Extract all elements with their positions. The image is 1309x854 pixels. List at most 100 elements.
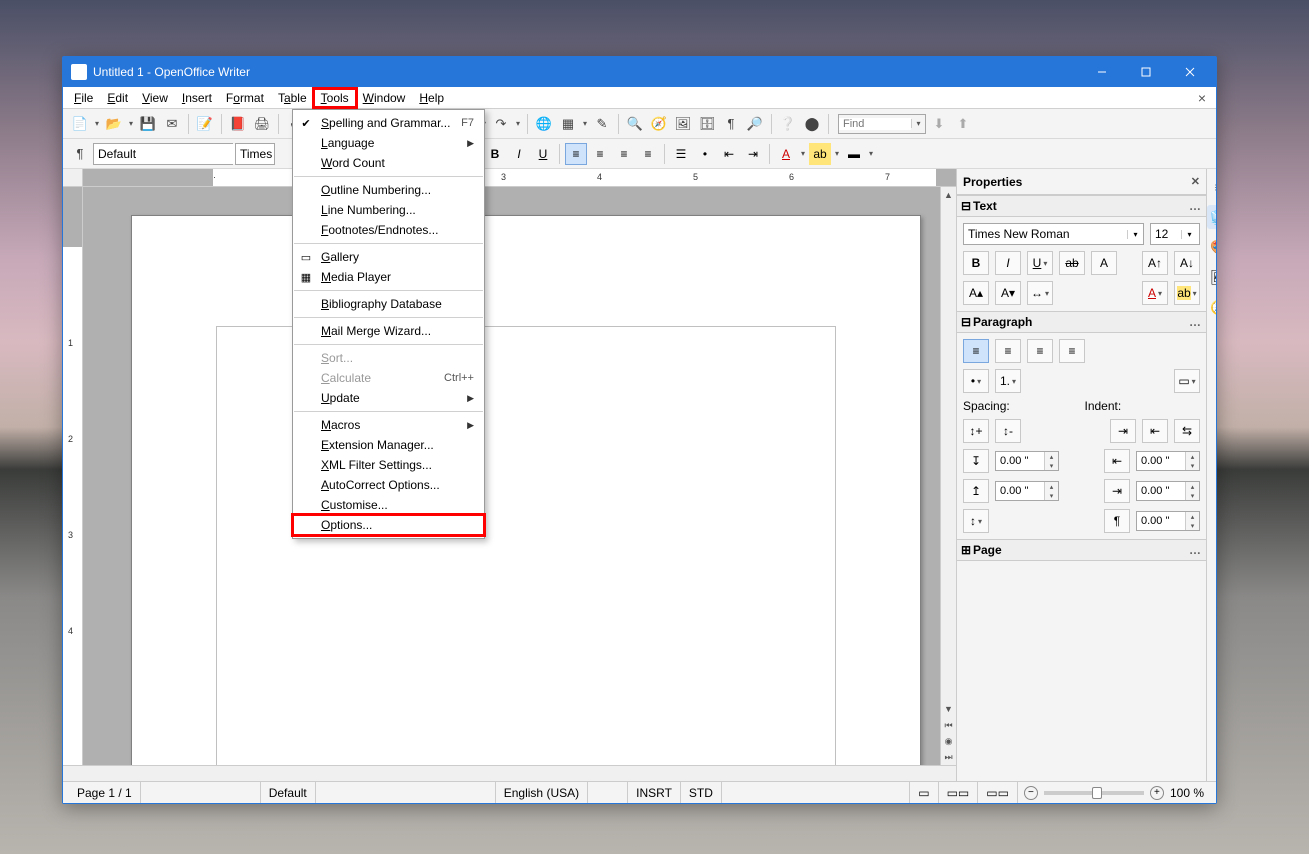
sidebar-highlight-button[interactable]: ab bbox=[1174, 281, 1200, 305]
find-box[interactable]: ▾ bbox=[838, 114, 926, 134]
properties-tab-icon[interactable]: 🧊 bbox=[1207, 205, 1216, 229]
tools-menu-xml-filter-settings[interactable]: XML Filter Settings... bbox=[293, 455, 484, 475]
datasources-icon[interactable]: 🗄 bbox=[696, 113, 718, 135]
hanging-indent-button[interactable]: ⇆ bbox=[1174, 419, 1200, 443]
firstline-indent-spin[interactable]: ▴▾ bbox=[1136, 511, 1200, 531]
section-text-header[interactable]: ⊟ Text … bbox=[957, 195, 1206, 217]
vertical-ruler[interactable]: 1234 bbox=[63, 187, 83, 765]
style-combo[interactable]: ▾ bbox=[93, 143, 233, 165]
gallery-icon[interactable]: 🖼 bbox=[672, 113, 694, 135]
navigator-tab-icon[interactable]: 🧭 bbox=[1207, 295, 1216, 319]
tools-menu-word-count[interactable]: Word Count bbox=[293, 153, 484, 173]
whatsthis-icon[interactable]: ⬤ bbox=[801, 113, 823, 135]
menu-format[interactable]: Format bbox=[219, 89, 271, 107]
scroll-down-icon[interactable]: ▼ bbox=[942, 702, 956, 716]
hyperlink-icon[interactable]: 🌐 bbox=[533, 113, 555, 135]
menu-file[interactable]: File bbox=[67, 89, 100, 107]
table-dropdown[interactable]: ▾ bbox=[581, 119, 589, 128]
below-spacing-input[interactable] bbox=[996, 482, 1044, 500]
inc-indent-button[interactable]: ⇥ bbox=[1110, 419, 1136, 443]
tools-menu-bibliography-database[interactable]: Bibliography Database bbox=[293, 294, 484, 314]
zoom-control[interactable]: − + 100 % bbox=[1018, 786, 1210, 800]
para-bgcolor[interactable]: ▭ bbox=[1174, 369, 1200, 393]
para-numbering[interactable]: 1. bbox=[995, 369, 1021, 393]
align-justify-button[interactable]: ≡ bbox=[637, 143, 659, 165]
sidebar-spacing-button[interactable]: ↔ bbox=[1027, 281, 1053, 305]
tools-menu-autocorrect-options[interactable]: AutoCorrect Options... bbox=[293, 475, 484, 495]
sidebar-settings-icon[interactable]: ≡ bbox=[1207, 175, 1216, 199]
sidebar-sub-button[interactable]: A↓ bbox=[1174, 251, 1200, 275]
sidebar-font-dropdown[interactable]: ▾ bbox=[1127, 230, 1143, 239]
sidebar-grow-button[interactable]: A▴ bbox=[963, 281, 989, 305]
nonprinting-icon[interactable]: ¶ bbox=[720, 113, 742, 135]
navigator-icon[interactable]: 🧭 bbox=[648, 113, 670, 135]
zoom-out-icon[interactable]: − bbox=[1024, 786, 1038, 800]
numbered-list-button[interactable]: ☰ bbox=[670, 143, 692, 165]
save-icon[interactable]: 💾 bbox=[137, 113, 159, 135]
zoom-value[interactable]: 100 % bbox=[1170, 786, 1204, 800]
find-prev-icon[interactable]: ⬇ bbox=[928, 113, 950, 135]
sidebar-shrink-button[interactable]: A▾ bbox=[995, 281, 1021, 305]
new-icon[interactable]: 📄 bbox=[69, 113, 91, 135]
collapse-icon[interactable]: ⊟ bbox=[961, 315, 973, 329]
find-input[interactable] bbox=[839, 118, 911, 130]
open-dropdown[interactable]: ▾ bbox=[127, 119, 135, 128]
dec-spacing-button[interactable]: ↕- bbox=[995, 419, 1021, 443]
tools-menu-customise[interactable]: Customise... bbox=[293, 495, 484, 515]
close-button[interactable] bbox=[1168, 57, 1212, 87]
align-center-button[interactable]: ≡ bbox=[589, 143, 611, 165]
bgcolor-dropdown[interactable]: ▾ bbox=[867, 149, 875, 158]
gallery-tab-icon[interactable]: 🖼 bbox=[1207, 265, 1216, 289]
section-more-icon[interactable]: … bbox=[1189, 543, 1202, 557]
line-spacing-button[interactable]: ↕ bbox=[963, 509, 989, 533]
print-icon[interactable]: 🖨 bbox=[251, 113, 273, 135]
redo-icon[interactable]: ↷ bbox=[490, 113, 512, 135]
sidebar-super-button[interactable]: A↑ bbox=[1142, 251, 1168, 275]
email-icon[interactable]: ✉ bbox=[161, 113, 183, 135]
sidebar-italic-button[interactable]: I bbox=[995, 251, 1021, 275]
redo-dropdown[interactable]: ▾ bbox=[514, 119, 522, 128]
expand-icon[interactable]: ⊞ bbox=[961, 543, 973, 557]
vertical-scrollbar[interactable]: ▲ ▼ ⏮ ◉ ⏭ bbox=[940, 187, 956, 765]
tools-menu-extension-manager[interactable]: Extension Manager... bbox=[293, 435, 484, 455]
dec-indent-button[interactable]: ⇤ bbox=[1142, 419, 1168, 443]
menu-tools[interactable]: Tools bbox=[314, 89, 356, 107]
right-indent-input[interactable] bbox=[1137, 482, 1185, 500]
section-page-header[interactable]: ⊞ Page … bbox=[957, 539, 1206, 561]
nav-icon[interactable]: ◉ bbox=[942, 734, 956, 748]
highlight-dropdown[interactable]: ▾ bbox=[833, 149, 841, 158]
draw-icon[interactable]: ✎ bbox=[591, 113, 613, 135]
sidebar-font-combo[interactable]: ▾ bbox=[963, 223, 1144, 245]
zoom-icon[interactable]: 🔎 bbox=[744, 113, 766, 135]
menu-edit[interactable]: Edit bbox=[100, 89, 135, 107]
tools-menu-footnotes-endnotes[interactable]: Footnotes/Endnotes... bbox=[293, 220, 484, 240]
tools-menu-options[interactable]: Options... bbox=[293, 515, 484, 535]
view-multi-icon[interactable]: ▭▭ bbox=[939, 782, 979, 803]
increase-indent-button[interactable]: ⇥ bbox=[742, 143, 764, 165]
tools-menu-language[interactable]: Language▶ bbox=[293, 133, 484, 153]
italic-button[interactable]: I bbox=[508, 143, 530, 165]
next-page-icon[interactable]: ⏭ bbox=[942, 750, 956, 764]
horizontal-scrollbar[interactable] bbox=[63, 765, 956, 781]
status-selection[interactable]: STD bbox=[681, 782, 722, 803]
para-align-right[interactable]: ≡ bbox=[1027, 339, 1053, 363]
status-style[interactable]: Default bbox=[261, 782, 316, 803]
sidebar-size-input[interactable] bbox=[1151, 224, 1181, 244]
status-language[interactable]: English (USA) bbox=[496, 782, 588, 803]
sidebar-strike-button[interactable]: ab bbox=[1059, 251, 1085, 275]
underline-button[interactable]: U bbox=[532, 143, 554, 165]
tools-menu-media-player[interactable]: ▦Media Player bbox=[293, 267, 484, 287]
para-align-justify[interactable]: ≡ bbox=[1059, 339, 1085, 363]
align-right-button[interactable]: ≡ bbox=[613, 143, 635, 165]
tools-menu-mail-merge-wizard[interactable]: Mail Merge Wizard... bbox=[293, 321, 484, 341]
tools-menu-macros[interactable]: Macros▶ bbox=[293, 415, 484, 435]
section-more-icon[interactable]: … bbox=[1189, 315, 1202, 329]
new-dropdown[interactable]: ▾ bbox=[93, 119, 101, 128]
help-icon[interactable]: ❔ bbox=[777, 113, 799, 135]
above-spacing-input[interactable] bbox=[996, 452, 1044, 470]
document-close-icon[interactable]: × bbox=[1192, 90, 1212, 106]
collapse-icon[interactable]: ⊟ bbox=[961, 199, 973, 213]
decrease-indent-button[interactable]: ⇤ bbox=[718, 143, 740, 165]
find-icon[interactable]: 🔍 bbox=[624, 113, 646, 135]
styles-tab-icon[interactable]: 🎨 bbox=[1207, 235, 1216, 259]
